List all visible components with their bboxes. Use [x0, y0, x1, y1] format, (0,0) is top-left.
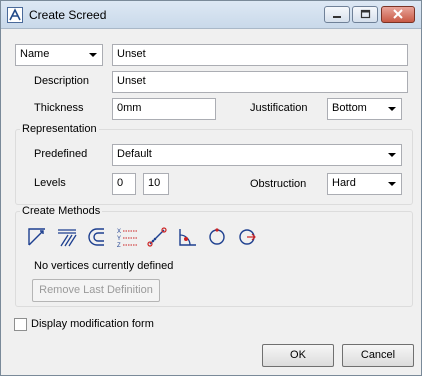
level-max-input[interactable]: 10	[143, 173, 169, 195]
svg-text:X: X	[117, 229, 121, 235]
display-modification-form-checkbox[interactable]	[14, 318, 27, 331]
description-input[interactable]: Unset	[112, 71, 408, 93]
thickness-input[interactable]: 0mm	[112, 98, 216, 120]
chevron-down-icon	[388, 182, 396, 186]
line-by-points-icon[interactable]	[146, 226, 168, 248]
level-min-input[interactable]: 0	[112, 173, 136, 195]
minimize-icon	[333, 16, 341, 18]
obstruction-value: Hard	[332, 177, 356, 189]
create-method-toolbar: X Y Z	[26, 226, 266, 250]
name-type-value: Name	[20, 48, 50, 60]
predefined-select[interactable]: Default	[112, 144, 402, 166]
predefined-label: Predefined	[34, 148, 88, 160]
name-input[interactable]: Unset	[112, 44, 408, 66]
obstruction-select[interactable]: Hard	[327, 173, 402, 195]
display-modification-form-label: Display modification form	[31, 318, 154, 330]
levels-label: Levels	[34, 177, 66, 189]
dialog-content: Name Unset Description Unset Thickness 0…	[1, 30, 421, 375]
justification-value: Bottom	[332, 102, 367, 114]
create-methods-title: Create Methods	[20, 205, 103, 217]
justification-select[interactable]: Bottom	[327, 98, 402, 120]
circle-icon[interactable]	[206, 226, 228, 248]
predefined-value: Default	[117, 148, 152, 160]
arc-profile-icon[interactable]	[86, 226, 108, 248]
maximize-icon	[360, 9, 371, 19]
chevron-down-icon	[388, 107, 396, 111]
title-bar: Create Screed	[1, 1, 421, 29]
close-button[interactable]	[381, 6, 415, 23]
cancel-button[interactable]: Cancel	[342, 344, 414, 367]
description-label: Description	[34, 75, 90, 87]
chevron-down-icon	[89, 53, 97, 57]
representation-title: Representation	[20, 123, 99, 135]
chevron-down-icon	[388, 153, 396, 157]
app-icon	[7, 7, 23, 23]
minimize-button[interactable]	[324, 6, 350, 23]
justification-label: Justification	[250, 102, 308, 114]
ok-button[interactable]: OK	[262, 344, 334, 367]
vertices-status-text: No vertices currently defined	[34, 260, 174, 272]
name-type-select[interactable]: Name	[15, 44, 103, 66]
remove-last-definition-button[interactable]: Remove Last Definition	[32, 279, 160, 302]
svg-text:Y: Y	[117, 236, 121, 242]
thickness-label: Thickness	[34, 102, 84, 114]
circle-arrow-icon[interactable]	[236, 226, 258, 248]
offset-lines-icon[interactable]	[56, 226, 78, 248]
window-title: Create Screed	[29, 8, 107, 22]
maximize-button[interactable]	[352, 6, 378, 23]
angle-arc-icon[interactable]	[176, 226, 198, 248]
explicit-line-icon[interactable]	[26, 226, 48, 248]
close-icon	[393, 9, 403, 19]
obstruction-label: Obstruction	[250, 178, 307, 190]
xyz-coordinates-icon[interactable]: X Y Z	[116, 226, 138, 249]
svg-text:Z: Z	[117, 243, 121, 248]
create-screed-dialog: Create Screed Name Unset Description Uns…	[0, 0, 422, 376]
